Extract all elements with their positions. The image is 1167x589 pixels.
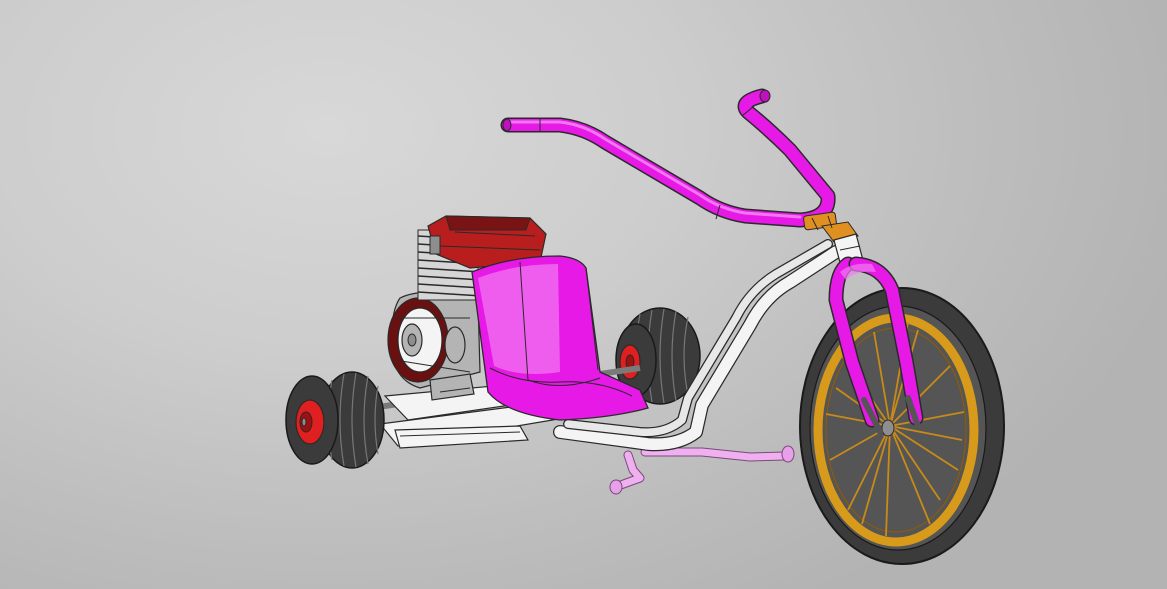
grip-right (759, 89, 771, 103)
rear-left-wheel (285, 371, 385, 469)
foot-peg-left (609, 450, 645, 495)
grip-left (502, 118, 512, 132)
handlebar (500, 88, 836, 228)
cad-viewport (0, 0, 1167, 589)
drift-trike-model (285, 88, 1005, 565)
